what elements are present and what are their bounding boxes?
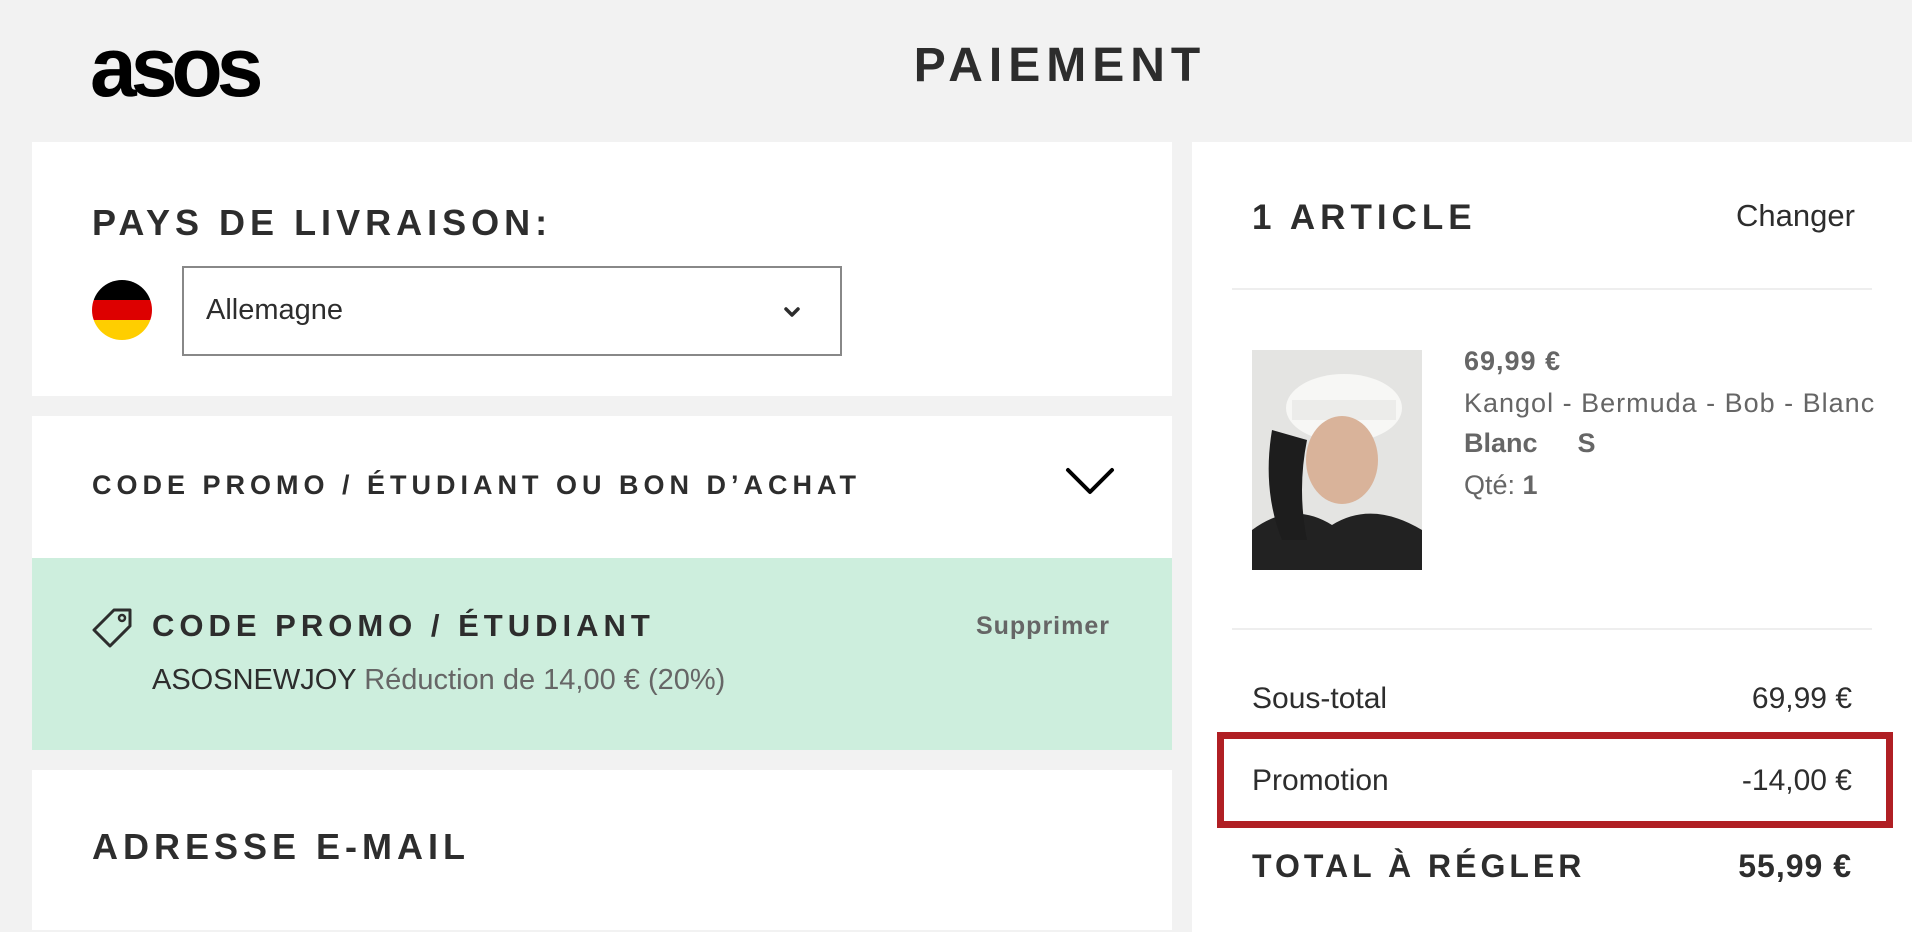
promo-code: ASOSNEWJOY	[152, 664, 357, 696]
change-bag-link[interactable]: Changer	[1736, 198, 1855, 234]
tag-icon	[92, 608, 132, 648]
shipping-country-heading: PAYS DE LIVRAISON:	[92, 202, 553, 243]
promo-card: CODE PROMO / ÉTUDIANT OU BON D’ACHAT COD…	[32, 416, 1172, 750]
total-value: 55,99 €	[1738, 848, 1852, 884]
product-price: 69,99 €	[1464, 346, 1562, 376]
subtotal-value: 69,99 €	[1751, 682, 1852, 715]
product-photo-placeholder	[1252, 350, 1422, 570]
total-label: TOTAL À RÉGLER	[1252, 848, 1586, 884]
country-select[interactable]: Allemagne	[182, 266, 842, 356]
item-count: 1 ARTICLE	[1252, 198, 1477, 237]
quantity-label: Qté:	[1464, 470, 1516, 500]
applied-promo-details: ASOSNEWJOY Réduction de 14,00 € (20%)	[152, 664, 725, 697]
page-header: asos PAIEMENT	[0, 0, 1912, 142]
country-select-value: Allemagne	[206, 294, 344, 326]
product-color: Blanc	[1464, 428, 1538, 458]
remove-promo-link[interactable]: Supprimer	[976, 612, 1110, 641]
chevron-down-icon	[1066, 468, 1114, 494]
germany-flag-icon	[92, 280, 152, 340]
quantity-value: 1	[1522, 470, 1538, 500]
divider	[1232, 628, 1872, 630]
product-quantity: Qté: 1	[1464, 470, 1538, 501]
applied-promo-banner: CODE PROMO / ÉTUDIANT Supprimer ASOSNEWJ…	[32, 558, 1172, 750]
divider	[1232, 288, 1872, 290]
promo-heading: CODE PROMO / ÉTUDIANT OU BON D’ACHAT	[92, 470, 861, 500]
applied-promo-heading: CODE PROMO / ÉTUDIANT	[152, 608, 655, 643]
subtotal-label: Sous-total	[1252, 682, 1388, 715]
email-heading: ADRESSE E-MAIL	[92, 826, 471, 867]
chevron-down-icon	[784, 307, 800, 317]
page-title: PAIEMENT	[913, 39, 1207, 92]
promo-discount-description: Réduction de 14,00 € (20%)	[364, 664, 726, 696]
product-size: S	[1577, 428, 1596, 458]
promo-toggle[interactable]: CODE PROMO / ÉTUDIANT OU BON D’ACHAT	[32, 416, 1172, 558]
promotion-highlight-box	[1217, 732, 1893, 828]
product-name[interactable]: Kangol - Bermuda - Bob - Blanc	[1464, 388, 1875, 419]
email-card: ADRESSE E-MAIL	[32, 770, 1172, 930]
shipping-country-card: PAYS DE LIVRAISON: Allemagne	[32, 142, 1172, 396]
product-variant: Blanc S	[1464, 428, 1596, 459]
product-image	[1252, 350, 1422, 570]
